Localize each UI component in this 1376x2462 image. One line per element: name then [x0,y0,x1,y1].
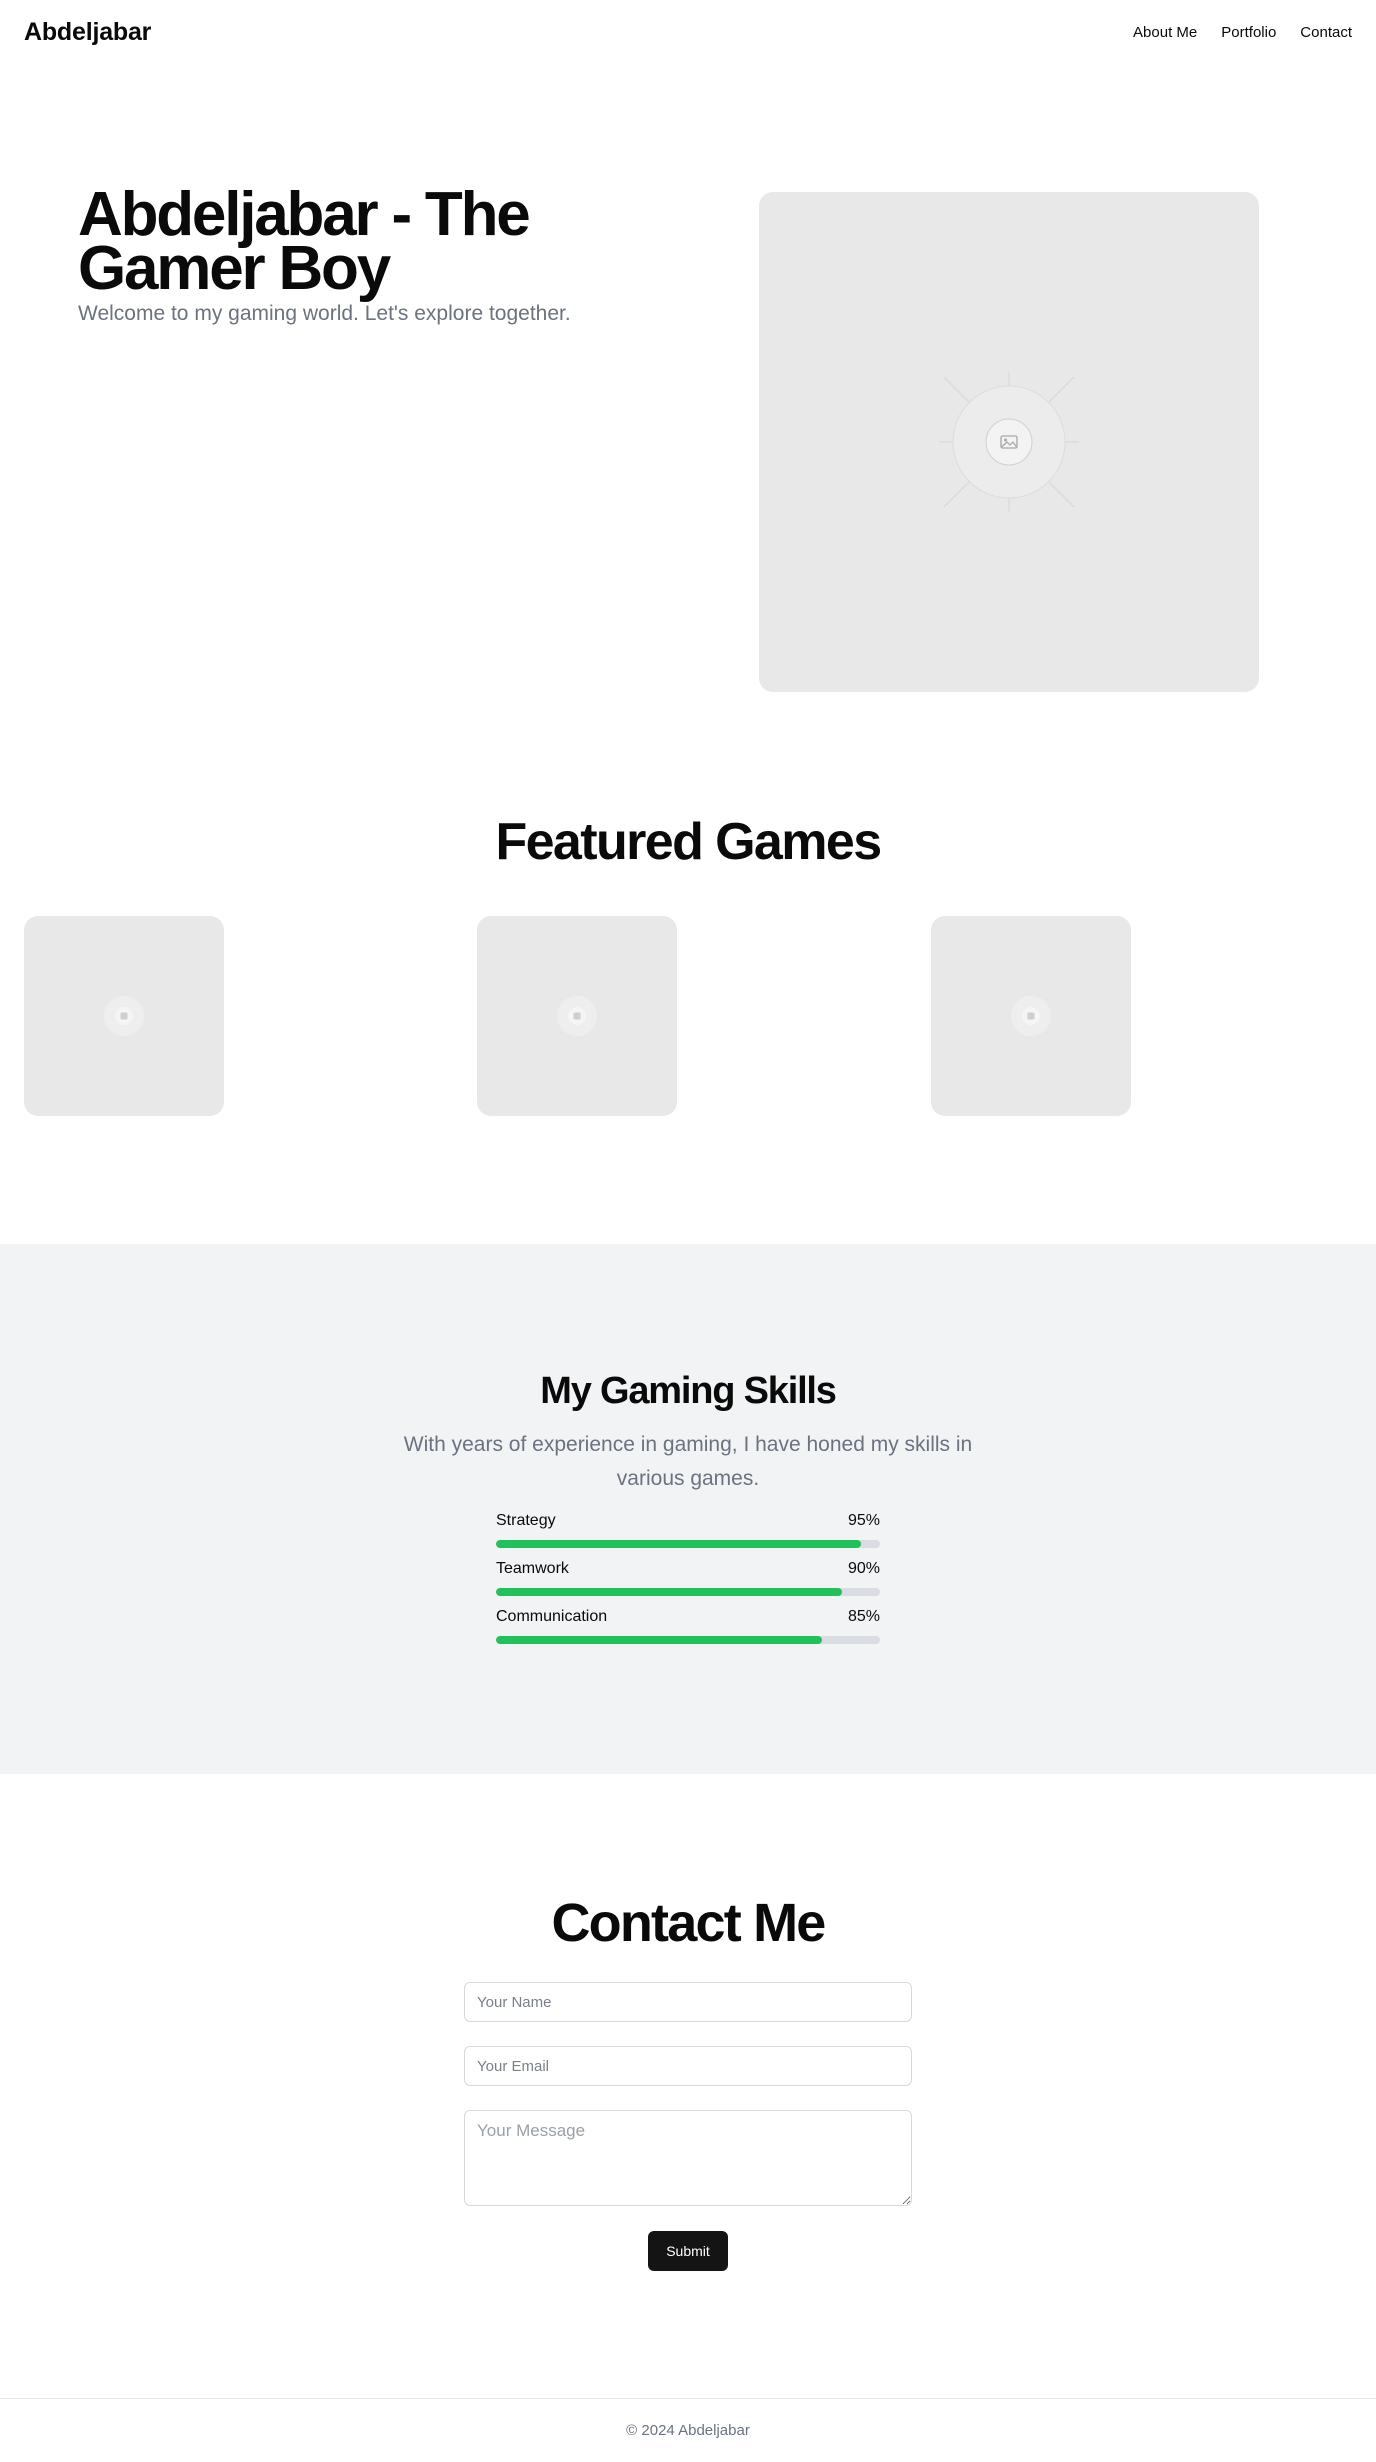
footer: © 2024 Abdeljabar [0,2398,1376,2462]
submit-button[interactable]: Submit [648,2231,728,2271]
nav-link-about-me[interactable]: About Me [1133,24,1197,41]
skill-teamwork: Teamwork 90% [496,1560,880,1596]
skill-progress-fill [496,1588,842,1596]
skill-progress-fill [496,1540,861,1548]
skill-progress-bar [496,1588,880,1596]
skill-name: Communication [496,1608,608,1625]
image-placeholder-icon [939,372,1079,512]
skill-name: Strategy [496,1512,556,1529]
skills-title: My Gaming Skills [540,1370,837,1412]
skill-percent: 85% [847,1608,880,1625]
skill-communication: Communication 85% [496,1608,880,1644]
top-navbar: Abdeljabar About Me Portfolio Contact [0,0,1376,64]
nav-links: About Me Portfolio Contact [1133,24,1352,41]
skill-progress-bar [496,1636,880,1644]
hero-title: Abdeljabar - The Gamer Boy [78,180,531,303]
hero-image [759,192,1259,692]
featured-games-title: Featured Games [495,813,882,871]
game-card[interactable] [931,916,1131,1116]
skill-progress-bar [496,1540,880,1548]
game-card[interactable] [477,916,677,1116]
skill-strategy: Strategy 95% [496,1512,880,1548]
skill-percent: 90% [847,1560,880,1577]
image-placeholder-icon [557,996,597,1036]
email-input[interactable] [464,2046,912,2086]
name-input[interactable] [464,1982,912,2022]
skills-description: With years of experience in gaming, I ha… [403,1433,973,1490]
hero-subtitle: Welcome to my gaming world. Let's explor… [78,302,571,325]
game-card[interactable] [24,916,224,1116]
skill-progress-fill [496,1636,823,1644]
footer-copyright: © 2024 Abdeljabar [626,2422,750,2439]
image-placeholder-icon [1011,996,1051,1036]
message-textarea[interactable] [464,2110,912,2206]
brand-logo[interactable]: Abdeljabar [24,18,151,47]
contact-title: Contact Me [551,1893,826,1953]
nav-link-contact[interactable]: Contact [1300,24,1352,41]
nav-link-portfolio[interactable]: Portfolio [1221,24,1276,41]
image-placeholder-icon [104,996,144,1036]
skill-name: Teamwork [496,1560,569,1577]
skills-section [0,1244,1376,1774]
skill-percent: 95% [847,1512,880,1529]
